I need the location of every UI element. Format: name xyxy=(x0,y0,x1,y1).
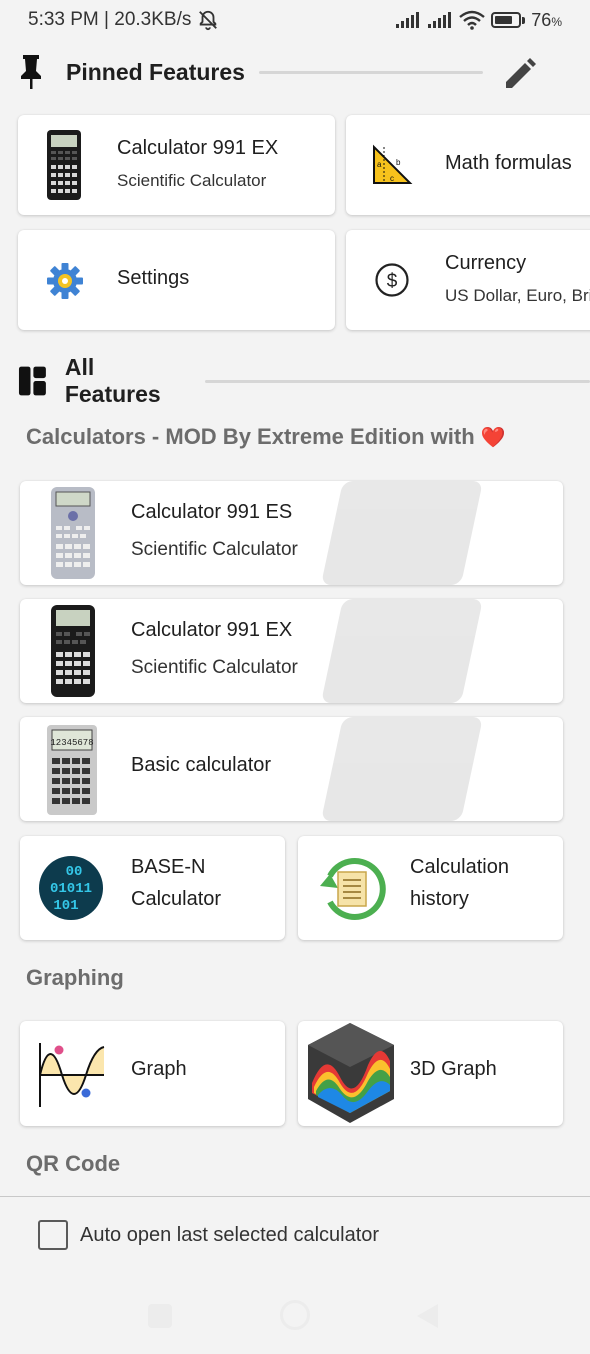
calculators-label: Calculators - MOD By Extreme Edition wit… xyxy=(26,424,506,449)
qr-code-label: QR Code xyxy=(26,1151,121,1176)
card-title: 3D Graph xyxy=(410,1058,497,1080)
calculator-991ex-icon xyxy=(51,605,95,697)
triangle-formula-icon: a b c xyxy=(373,144,413,184)
auto-open-checkbox[interactable] xyxy=(38,1220,68,1250)
graphing-label: Graphing xyxy=(26,965,124,990)
all-features-title: All Features xyxy=(64,354,161,407)
svg-text:101: 101 xyxy=(53,898,78,914)
auto-open-row[interactable]: Auto open last selected calculator xyxy=(38,1220,379,1250)
recent-apps-button[interactable] xyxy=(148,1304,172,1328)
calculator-watermark-icon xyxy=(322,599,482,703)
card-title-line2: history xyxy=(410,888,469,910)
svg-text:c: c xyxy=(390,174,394,183)
battery-percent: 76% xyxy=(531,9,562,30)
navigation-bar xyxy=(0,1290,590,1340)
3d-graph-icon xyxy=(308,1023,394,1123)
calculator-991es-icon xyxy=(51,487,95,579)
dashboard-icon xyxy=(18,366,46,396)
pinned-card-calculator-991ex[interactable]: Calculator 991 EX Scientific Calculator xyxy=(18,115,335,215)
svg-text:$: $ xyxy=(387,271,398,292)
battery-icon xyxy=(491,12,526,28)
signal-icon xyxy=(428,12,452,28)
wifi-icon xyxy=(459,10,486,30)
3d-graph-card[interactable]: 3D Graph xyxy=(298,1021,563,1126)
card-title-line1: BASE-N xyxy=(131,856,206,878)
calculator-991ex-icon xyxy=(47,130,81,200)
card-title: Math formulas xyxy=(445,152,572,174)
status-bar: 5:33 PM | 20.3KB/s 76% xyxy=(0,0,590,40)
card-title: Calculator 991 ES xyxy=(131,501,293,523)
card-subtitle: US Dollar, Euro, Brit xyxy=(445,286,590,305)
home-button[interactable] xyxy=(280,1300,310,1330)
svg-text:b: b xyxy=(396,158,401,167)
graph-card[interactable]: Graph xyxy=(20,1021,285,1126)
svg-text:12345678: 12345678 xyxy=(50,738,93,748)
pinned-card-currency[interactable]: $ Currency US Dollar, Euro, Brit xyxy=(346,230,590,330)
base-n-calculator-card[interactable]: 00 01011 101 BASE-N Calculator xyxy=(20,836,285,940)
card-title: Calculator 991 EX xyxy=(131,619,293,641)
footer-divider xyxy=(0,1196,590,1197)
card-title-line2: Calculator xyxy=(131,888,222,910)
card-title: Basic calculator xyxy=(131,754,272,776)
back-button[interactable] xyxy=(414,1302,440,1330)
card-title-line1: Calculation xyxy=(410,856,509,878)
graph-icon xyxy=(39,1043,105,1107)
dollar-icon: $ xyxy=(375,263,409,297)
pencil-icon[interactable] xyxy=(502,56,538,92)
pin-icon xyxy=(21,55,41,89)
basic-calculator-card[interactable]: 12345678 Basic calculator xyxy=(20,717,563,821)
all-features-header: All Features xyxy=(18,354,590,408)
card-subtitle: Scientific Calculator xyxy=(131,539,298,560)
status-time: 5:33 PM | 20.3KB/s xyxy=(28,9,192,30)
pinned-card-settings[interactable]: Settings xyxy=(18,230,335,330)
mute-bell-icon xyxy=(199,10,218,31)
binary-icon: 00 01011 101 xyxy=(39,856,103,920)
gear-icon xyxy=(47,263,83,299)
card-subtitle: Scientific Calculator xyxy=(117,171,267,190)
basic-calculator-icon: 12345678 xyxy=(47,725,97,815)
pinned-title: Pinned Features xyxy=(66,58,245,85)
calculator-991es-card[interactable]: Calculator 991 ES Scientific Calculator xyxy=(20,481,563,585)
card-title: Settings xyxy=(117,267,190,289)
card-title: Calculator 991 EX xyxy=(117,137,279,159)
svg-text:01011: 01011 xyxy=(50,881,92,897)
history-icon xyxy=(320,858,386,920)
pinned-divider xyxy=(258,70,483,74)
svg-text:00: 00 xyxy=(66,864,83,880)
heart-icon: ❤️ xyxy=(480,427,506,449)
card-subtitle: Scientific Calculator xyxy=(131,657,298,678)
card-title: Currency xyxy=(445,252,527,274)
auto-open-label: Auto open last selected calculator xyxy=(80,1223,380,1246)
signal-icon xyxy=(396,12,420,28)
pinned-card-math-formulas[interactable]: a b c Math formulas xyxy=(346,115,590,215)
calculator-watermark-icon xyxy=(322,717,482,821)
calculation-history-card[interactable]: Calculation history xyxy=(298,836,563,940)
all-features-divider xyxy=(205,379,590,383)
svg-text:a: a xyxy=(377,160,382,169)
card-title: Graph xyxy=(131,1058,187,1080)
calculator-watermark-icon xyxy=(322,481,482,585)
calculator-991ex-card[interactable]: Calculator 991 EX Scientific Calculator xyxy=(20,599,563,703)
pinned-header: Pinned Features xyxy=(18,54,483,90)
